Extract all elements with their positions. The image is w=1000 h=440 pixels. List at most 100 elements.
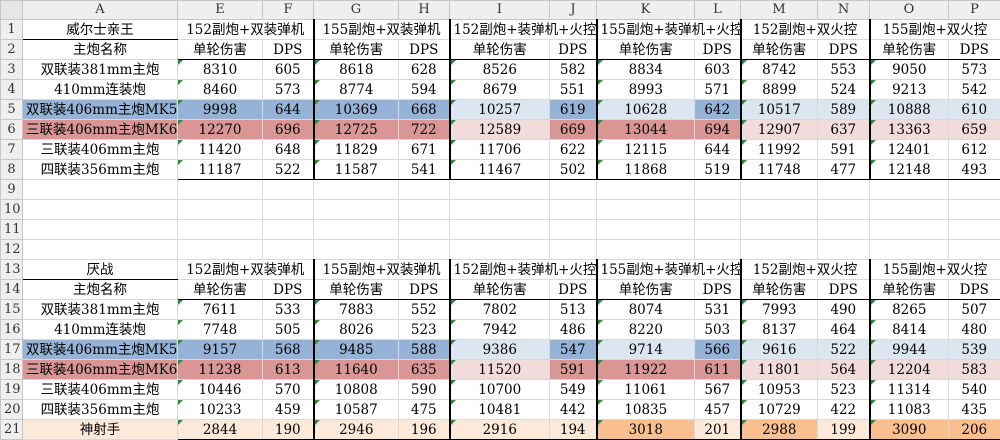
dps-cell[interactable]: 531 bbox=[695, 300, 741, 320]
group-header[interactable]: 152副炮+双装弹机 bbox=[178, 260, 314, 280]
gun-name[interactable]: 410mm连装炮 bbox=[23, 80, 178, 100]
dps-header[interactable]: DPS bbox=[263, 280, 314, 300]
row-header-15[interactable]: 15 bbox=[1, 300, 23, 320]
empty-cell[interactable] bbox=[450, 220, 550, 240]
damage-cell[interactable]: 10888 bbox=[870, 100, 949, 120]
row-header-14[interactable]: 14 bbox=[1, 280, 23, 300]
damage-cell[interactable]: 3090 bbox=[870, 420, 949, 440]
damage-cell[interactable]: 8774 bbox=[314, 80, 399, 100]
dps-cell[interactable]: 611 bbox=[695, 360, 741, 380]
empty-cell[interactable] bbox=[949, 200, 1000, 220]
row-header-6[interactable]: 6 bbox=[1, 120, 23, 140]
damage-cell[interactable]: 12115 bbox=[597, 140, 695, 160]
column-header-a[interactable]: A bbox=[23, 1, 178, 20]
column-header-p[interactable]: P bbox=[949, 1, 1000, 20]
damage-cell[interactable]: 2916 bbox=[450, 420, 550, 440]
dps-header[interactable]: DPS bbox=[550, 40, 597, 60]
damage-cell[interactable]: 9157 bbox=[178, 340, 263, 360]
dps-cell[interactable]: 206 bbox=[949, 420, 1000, 440]
empty-cell[interactable] bbox=[314, 180, 399, 200]
empty-cell[interactable] bbox=[399, 180, 450, 200]
empty-cell[interactable] bbox=[870, 200, 949, 220]
damage-cell[interactable]: 8993 bbox=[597, 80, 695, 100]
empty-cell[interactable] bbox=[263, 180, 314, 200]
damage-cell[interactable]: 8618 bbox=[314, 60, 399, 80]
gun-name[interactable]: 双联装381mm主炮 bbox=[23, 60, 178, 80]
name-column-header[interactable]: 主炮名称 bbox=[23, 40, 178, 60]
damage-cell[interactable]: 11420 bbox=[178, 140, 263, 160]
name-column-header[interactable]: 主炮名称 bbox=[23, 280, 178, 300]
empty-cell[interactable] bbox=[597, 220, 695, 240]
damage-header[interactable]: 单轮伤害 bbox=[597, 40, 695, 60]
empty-cell[interactable] bbox=[263, 220, 314, 240]
dps-cell[interactable]: 194 bbox=[550, 420, 597, 440]
dps-cell[interactable]: 486 bbox=[550, 320, 597, 340]
dps-cell[interactable]: 513 bbox=[550, 300, 597, 320]
gun-name[interactable]: 410mm连装炮 bbox=[23, 320, 178, 340]
empty-cell[interactable] bbox=[450, 180, 550, 200]
damage-cell[interactable]: 7802 bbox=[450, 300, 550, 320]
column-header-k[interactable]: K bbox=[597, 1, 695, 20]
empty-cell[interactable] bbox=[550, 200, 597, 220]
damage-cell[interactable]: 11238 bbox=[178, 360, 263, 380]
damage-cell[interactable]: 8460 bbox=[178, 80, 263, 100]
damage-cell[interactable]: 12907 bbox=[741, 120, 818, 140]
damage-header[interactable]: 单轮伤害 bbox=[450, 280, 550, 300]
damage-cell[interactable]: 10257 bbox=[450, 100, 550, 120]
damage-cell[interactable]: 7883 bbox=[314, 300, 399, 320]
dps-cell[interactable]: 583 bbox=[949, 360, 1000, 380]
dps-cell[interactable]: 523 bbox=[399, 320, 450, 340]
empty-cell[interactable] bbox=[870, 180, 949, 200]
damage-cell[interactable]: 10729 bbox=[741, 400, 818, 420]
dps-cell[interactable]: 573 bbox=[949, 60, 1000, 80]
damage-cell[interactable]: 11061 bbox=[597, 380, 695, 400]
empty-cell[interactable] bbox=[818, 200, 870, 220]
damage-cell[interactable]: 11467 bbox=[450, 160, 550, 180]
dps-header[interactable]: DPS bbox=[695, 280, 741, 300]
damage-cell[interactable]: 9616 bbox=[741, 340, 818, 360]
dps-cell[interactable]: 659 bbox=[949, 120, 1000, 140]
dps-cell[interactable]: 435 bbox=[949, 400, 1000, 420]
row-header-8[interactable]: 8 bbox=[1, 160, 23, 180]
dps-cell[interactable]: 503 bbox=[695, 320, 741, 340]
empty-cell[interactable] bbox=[597, 240, 695, 260]
damage-cell[interactable]: 10369 bbox=[314, 100, 399, 120]
damage-cell[interactable]: 10808 bbox=[314, 380, 399, 400]
damage-cell[interactable]: 10446 bbox=[178, 380, 263, 400]
dps-cell[interactable]: 573 bbox=[263, 80, 314, 100]
dps-cell[interactable]: 590 bbox=[399, 380, 450, 400]
dps-cell[interactable]: 603 bbox=[695, 60, 741, 80]
gun-name[interactable]: 三联装406mm主炮 bbox=[23, 380, 178, 400]
dps-cell[interactable]: 644 bbox=[695, 140, 741, 160]
dps-cell[interactable]: 566 bbox=[695, 340, 741, 360]
column-header-f[interactable]: F bbox=[263, 1, 314, 20]
group-header[interactable]: 155副炮+装弹机+火控 bbox=[597, 260, 741, 280]
column-header-g[interactable]: G bbox=[314, 1, 399, 20]
damage-cell[interactable]: 11587 bbox=[314, 160, 399, 180]
damage-cell[interactable]: 10233 bbox=[178, 400, 263, 420]
dps-header[interactable]: DPS bbox=[818, 280, 870, 300]
damage-header[interactable]: 单轮伤害 bbox=[178, 280, 263, 300]
column-header-i[interactable]: I bbox=[450, 1, 550, 20]
damage-cell[interactable]: 11083 bbox=[870, 400, 949, 420]
damage-cell[interactable]: 3018 bbox=[597, 420, 695, 440]
dps-cell[interactable]: 457 bbox=[695, 400, 741, 420]
damage-cell[interactable]: 9998 bbox=[178, 100, 263, 120]
empty-cell[interactable] bbox=[597, 200, 695, 220]
damage-header[interactable]: 单轮伤害 bbox=[450, 40, 550, 60]
damage-cell[interactable]: 7942 bbox=[450, 320, 550, 340]
dps-cell[interactable]: 459 bbox=[263, 400, 314, 420]
dps-cell[interactable]: 505 bbox=[263, 320, 314, 340]
dps-cell[interactable]: 541 bbox=[399, 160, 450, 180]
damage-header[interactable]: 单轮伤害 bbox=[597, 280, 695, 300]
dps-header[interactable]: DPS bbox=[263, 40, 314, 60]
select-all-corner[interactable] bbox=[1, 1, 23, 20]
damage-cell[interactable]: 11829 bbox=[314, 140, 399, 160]
empty-cell[interactable] bbox=[178, 240, 263, 260]
dps-cell[interactable]: 493 bbox=[949, 160, 1000, 180]
empty-cell[interactable] bbox=[550, 180, 597, 200]
group-header[interactable]: 155副炮+双火控 bbox=[870, 20, 1000, 40]
empty-cell[interactable] bbox=[178, 220, 263, 240]
row-header-21[interactable]: 21 bbox=[1, 420, 23, 440]
dps-cell[interactable]: 610 bbox=[949, 100, 1000, 120]
